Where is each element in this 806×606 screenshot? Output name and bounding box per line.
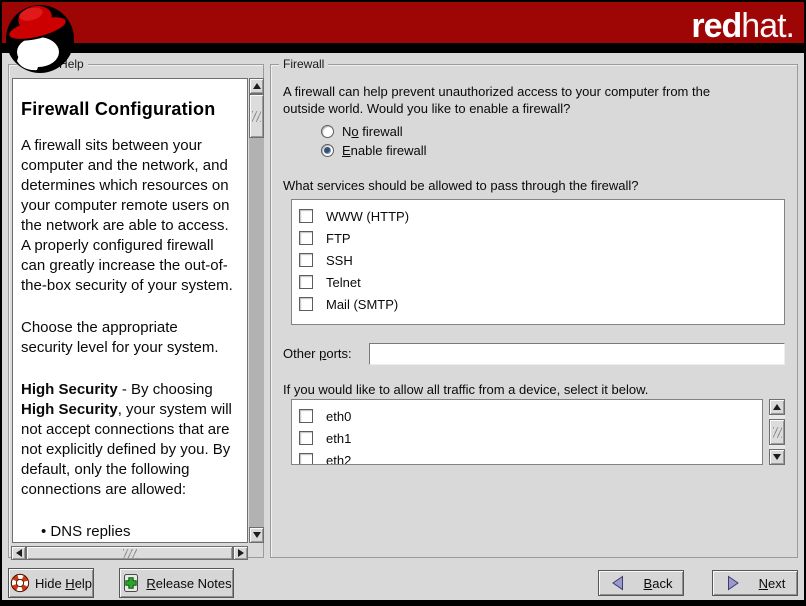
help-paragraph: High Security - By choosing High Securit… bbox=[21, 380, 241, 500]
service-row-www-http-[interactable]: WWW (HTTP) bbox=[292, 205, 784, 227]
devices-list[interactable]: eth0 eth1 eth2 bbox=[291, 399, 763, 465]
devices-question: If you would like to allow all traffic f… bbox=[283, 381, 648, 398]
thumb-grip bbox=[773, 427, 782, 438]
other-ports-label: Other ports: bbox=[283, 346, 352, 361]
scrollbar-trough[interactable] bbox=[249, 94, 264, 527]
scrollbar-thumb[interactable] bbox=[249, 94, 264, 138]
service-row-telnet[interactable]: Telnet bbox=[292, 271, 784, 293]
top-banner: redhat. bbox=[2, 2, 804, 48]
checkbox[interactable] bbox=[299, 209, 313, 223]
arrow-left-icon bbox=[16, 549, 22, 557]
device-row-eth1[interactable]: eth1 bbox=[292, 427, 762, 449]
checkbox[interactable] bbox=[299, 409, 313, 423]
service-label: FTP bbox=[326, 231, 351, 246]
service-label: SSH bbox=[326, 253, 353, 268]
installer-window: redhat. Online Help Firewall Configurati… bbox=[0, 0, 806, 606]
arrow-up-icon bbox=[253, 83, 261, 89]
device-label: eth0 bbox=[326, 409, 351, 424]
radio-label: Enable firewall bbox=[342, 143, 427, 158]
other-ports-input[interactable] bbox=[369, 343, 785, 365]
scroll-down-button[interactable] bbox=[249, 527, 264, 543]
checkbox[interactable] bbox=[299, 253, 313, 267]
firewall-radio-group: No firewall Enable firewall bbox=[321, 122, 427, 160]
checkbox[interactable] bbox=[299, 297, 313, 311]
wordmark-hat: hat. bbox=[741, 7, 794, 45]
firewall-frame-label: Firewall bbox=[279, 57, 328, 72]
back-button[interactable]: Back bbox=[598, 570, 684, 596]
checkbox[interactable] bbox=[299, 231, 313, 245]
online-help-panel: Online Help Firewall Configuration A fir… bbox=[8, 64, 264, 558]
help-bullet-item: • DNS replies bbox=[21, 522, 241, 542]
device-label: eth2 bbox=[326, 453, 351, 466]
service-row-ssh[interactable]: SSH bbox=[292, 249, 784, 271]
scroll-down-button[interactable] bbox=[769, 449, 785, 465]
redhat-wordmark: redhat. bbox=[691, 6, 794, 46]
redhat-shadowman-logo bbox=[5, 3, 75, 73]
devices-vertical-scrollbar[interactable] bbox=[769, 399, 785, 465]
release-notes-button[interactable]: Release Notes bbox=[119, 568, 234, 598]
service-label: Telnet bbox=[326, 275, 361, 290]
checkbox[interactable] bbox=[299, 431, 313, 445]
arrow-down-icon bbox=[253, 532, 261, 538]
scrollbar-trough[interactable] bbox=[769, 415, 785, 449]
radio-button[interactable] bbox=[321, 125, 334, 138]
help-title: Firewall Configuration bbox=[21, 99, 241, 120]
scroll-up-button[interactable] bbox=[249, 78, 264, 94]
arrow-up-icon bbox=[773, 404, 781, 410]
radio-label: No firewall bbox=[342, 124, 403, 139]
checkbox[interactable] bbox=[299, 453, 313, 465]
help-text-area: Firewall Configuration A firewall sits b… bbox=[12, 78, 248, 543]
help-horizontal-scrollbar[interactable] bbox=[11, 546, 248, 560]
thumb-grip bbox=[123, 549, 137, 558]
service-label: WWW (HTTP) bbox=[326, 209, 409, 224]
next-label: Next bbox=[759, 576, 786, 591]
life-preserver-icon bbox=[10, 573, 30, 593]
thumb-grip bbox=[252, 111, 261, 122]
arrow-right-icon bbox=[238, 549, 244, 557]
checkbox[interactable] bbox=[299, 275, 313, 289]
help-paragraph: Choose the appropriate security level fo… bbox=[21, 318, 241, 358]
scroll-right-button[interactable] bbox=[233, 546, 248, 560]
release-notes-label: Release Notes bbox=[146, 576, 231, 591]
arrow-down-icon bbox=[773, 454, 781, 460]
hide-help-button[interactable]: Hide Help bbox=[8, 568, 94, 598]
radio-option-enable-firewall[interactable]: Enable firewall bbox=[321, 141, 427, 160]
help-paragraph: A firewall sits between your computer an… bbox=[21, 136, 241, 296]
service-row-ftp[interactable]: FTP bbox=[292, 227, 784, 249]
scrollbar-thumb[interactable] bbox=[769, 419, 785, 445]
scrollbar-thumb[interactable] bbox=[26, 546, 233, 560]
firewall-intro-text: A firewall can help prevent unauthorized… bbox=[283, 83, 788, 117]
device-row-eth2[interactable]: eth2 bbox=[292, 449, 762, 465]
help-vertical-scrollbar[interactable] bbox=[249, 78, 264, 543]
device-row-eth0[interactable]: eth0 bbox=[292, 405, 762, 427]
radio-option-no-firewall[interactable]: No firewall bbox=[321, 122, 427, 141]
help-body: A firewall sits between your computer an… bbox=[21, 136, 241, 542]
scroll-up-button[interactable] bbox=[769, 399, 785, 415]
hide-help-label: Hide Help bbox=[35, 576, 92, 591]
back-arrow-icon bbox=[610, 575, 626, 591]
services-question: What services should be allowed to pass … bbox=[283, 177, 639, 194]
release-notes-icon bbox=[121, 573, 141, 593]
service-label: Mail (SMTP) bbox=[326, 297, 398, 312]
service-row-mail-smtp-[interactable]: Mail (SMTP) bbox=[292, 293, 784, 315]
firewall-panel: Firewall A firewall can help prevent una… bbox=[270, 64, 798, 558]
back-label: Back bbox=[644, 576, 673, 591]
scroll-left-button[interactable] bbox=[11, 546, 26, 560]
services-list[interactable]: WWW (HTTP) FTP SSH Telnet Mail (SMTP) bbox=[291, 199, 785, 325]
next-button[interactable]: Next bbox=[712, 570, 798, 596]
wordmark-red: red bbox=[691, 7, 741, 45]
device-label: eth1 bbox=[326, 431, 351, 446]
next-arrow-icon bbox=[725, 575, 741, 591]
radio-button[interactable] bbox=[321, 144, 334, 157]
